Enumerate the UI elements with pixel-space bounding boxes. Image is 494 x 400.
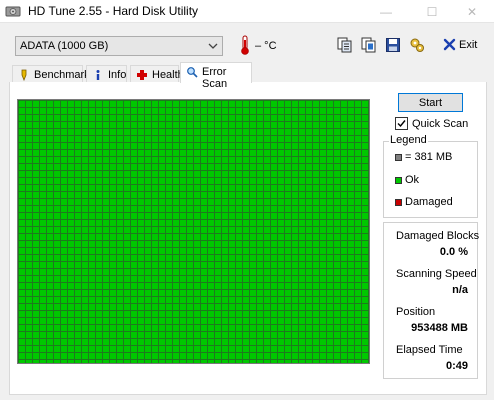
quick-scan-checkbox[interactable] [395,117,408,130]
options-icon[interactable] [409,37,425,53]
window-title: HD Tune 2.55 - Hard Disk Utility [28,4,199,18]
minimize-button[interactable]: — [368,0,404,23]
tab-error-scan-label: Error Scan [202,66,228,90]
quick-scan-label: Quick Scan [412,117,469,130]
info-icon [96,70,100,80]
legend-item-damaged: Damaged [395,196,453,208]
damaged-blocks-value: 0.0 % [439,246,468,258]
copy-screenshot-icon[interactable] [361,37,377,53]
tab-info[interactable]: Info [86,65,127,83]
close-button[interactable]: ✕ [454,0,490,23]
legend-title: Legend [389,134,428,146]
legend-swatch-red [395,198,402,206]
scanning-speed-label: Scanning Speed [396,268,477,280]
checkmark-icon [397,120,406,128]
health-cross-icon [137,70,147,80]
tab-health[interactable]: Health [130,65,184,83]
chevron-down-icon [208,43,218,49]
legend-label: Damaged [405,196,453,208]
legend-swatch-gray [395,153,402,161]
app-disk-icon [5,6,21,17]
elapsed-time-value: 0:49 [445,360,468,372]
start-button[interactable]: Start [398,93,463,112]
scanning-speed-value: n/a [452,284,468,296]
magnifier-icon [187,67,198,78]
title-bar: HD Tune 2.55 - Hard Disk Utility — ☐ ✕ [0,0,494,23]
damaged-blocks-label: Damaged Blocks [396,230,480,242]
legend-item-ok: Ok [395,174,419,186]
position-label: Position [396,306,436,318]
thermometer-icon [241,35,249,55]
tab-info-label: Info [108,69,127,81]
legend-item-block-size: = 381 MB [395,151,452,163]
scan-block-map [17,99,370,364]
elapsed-time-label: Elapsed Time [396,344,463,356]
drive-select[interactable]: ADATA (1000 GB) [15,36,223,56]
copy-info-icon[interactable] [337,37,353,53]
legend-label: = 381 MB [405,151,453,163]
legend-swatch-green [395,176,402,184]
benchmark-icon [21,69,27,81]
save-icon[interactable] [385,37,401,53]
exit-button[interactable]: Exit [459,39,477,51]
position-value: 953488 MB [411,322,468,334]
exit-x-icon[interactable] [443,38,456,51]
legend-label: Ok [405,174,420,186]
tab-error-scan[interactable]: Error Scan [180,62,252,90]
quick-scan-option[interactable]: Quick Scan [395,117,468,130]
temperature-readout: – °C [255,40,277,52]
scan-block-map-ok-blocks [18,100,369,363]
tab-benchmark[interactable]: Benchmark [12,65,90,83]
tab-benchmark-label: Benchmark [34,69,90,81]
drive-select-value: ADATA (1000 GB) [20,40,109,52]
maximize-button[interactable]: ☐ [414,0,450,23]
